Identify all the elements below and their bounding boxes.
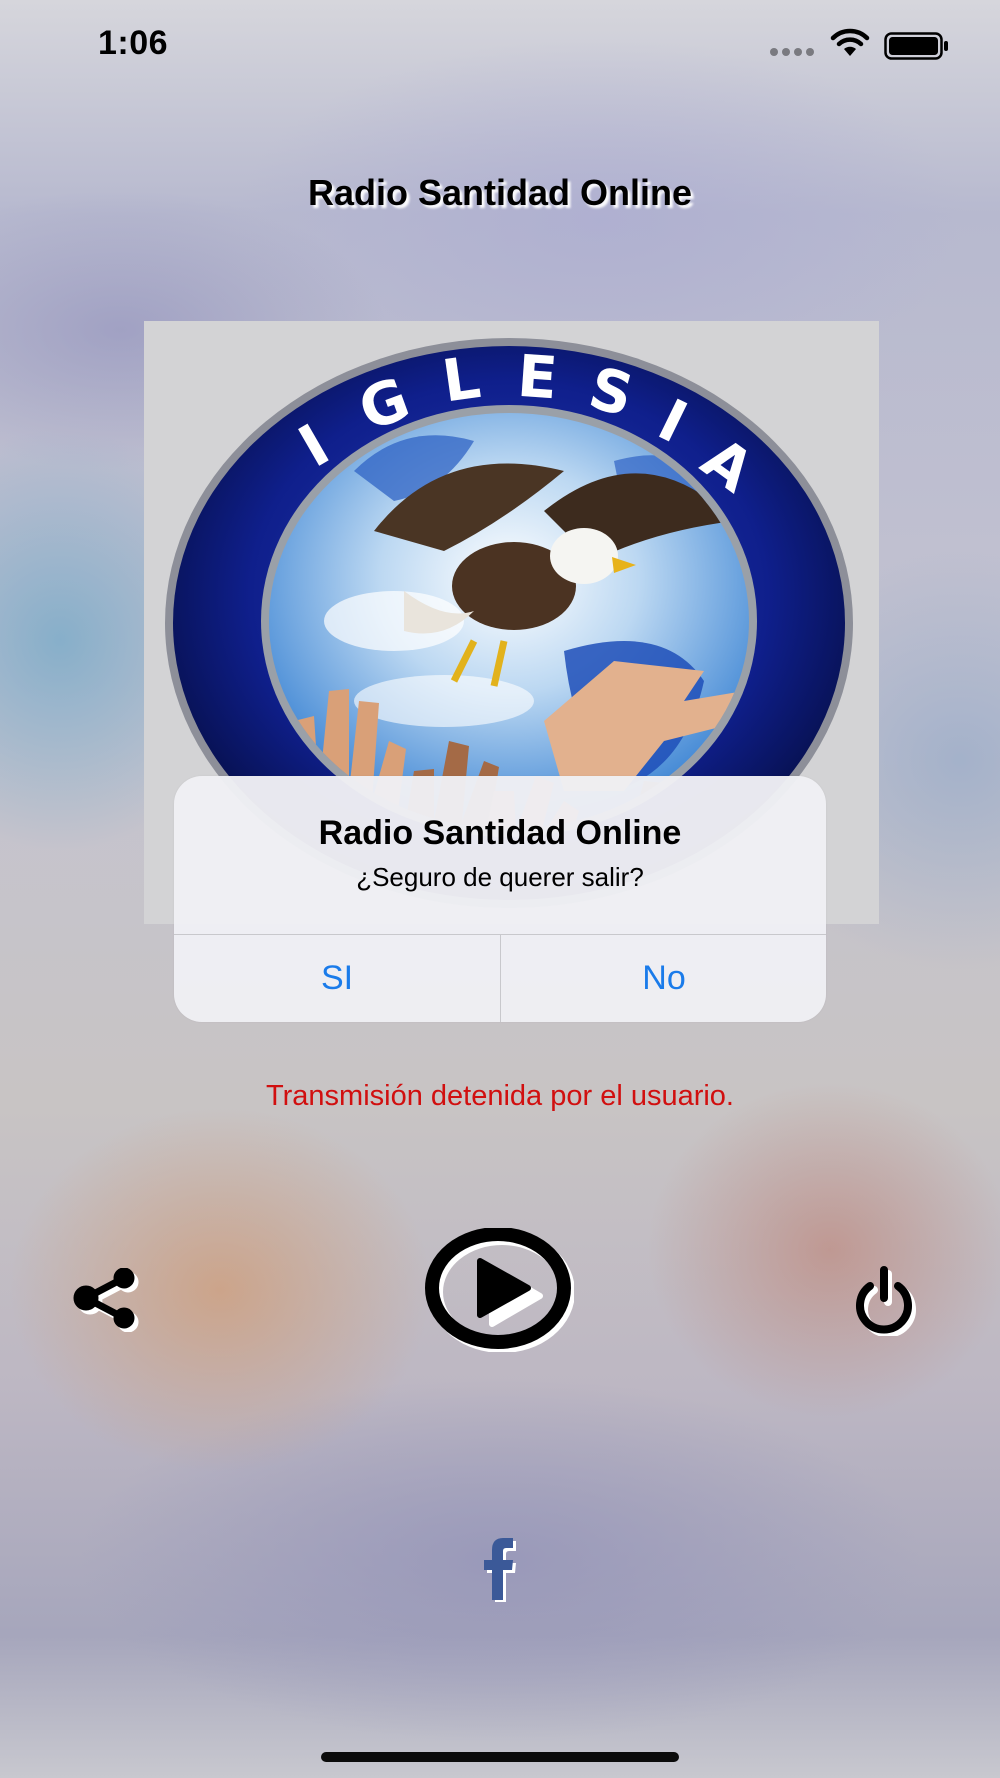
dialog-title: Radio Santidad Online: [318, 814, 682, 852]
cancel-exit-button[interactable]: No: [501, 935, 826, 1022]
wifi-icon: [830, 28, 870, 56]
playback-status-message: Transmisión detenida por el usuario.: [265, 1080, 734, 1112]
facebook-icon[interactable]: [476, 1536, 524, 1602]
battery-icon: [884, 32, 948, 60]
signal-dots-icon: [770, 48, 814, 56]
share-icon[interactable]: [72, 1268, 144, 1332]
home-indicator[interactable]: [321, 1752, 679, 1762]
status-time: 1:06: [98, 24, 169, 62]
confirm-exit-button[interactable]: SI: [174, 935, 500, 1022]
status-bar: 1:06: [0, 0, 1000, 90]
dialog-message: ¿Seguro de querer salir?: [356, 862, 644, 892]
power-icon[interactable]: [852, 1264, 924, 1336]
play-icon[interactable]: [424, 1228, 574, 1352]
app-title: Radio Santidad Online: [307, 172, 693, 213]
svg-text:E: E: [515, 342, 559, 413]
exit-confirm-dialog: Radio Santidad Online ¿Seguro de querer …: [174, 776, 826, 1022]
